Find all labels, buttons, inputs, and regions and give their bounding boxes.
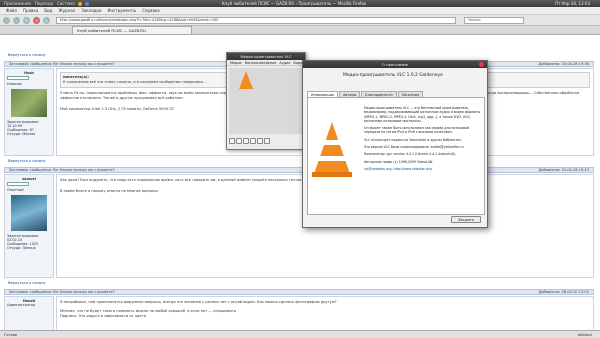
vlc-controls [229, 136, 305, 146]
status-text: Готово [4, 332, 17, 337]
username[interactable]: Hush [7, 71, 51, 75]
rank-badge [7, 76, 29, 80]
about-tab-pane: Медиа-проигрыватель VLC — это бесплатный… [307, 97, 485, 215]
navigation-toolbar: ‹ › ↻ × ⌂ http://www.gaz8ru.ru/forum/vie… [0, 15, 600, 26]
about-link[interactable]: vlc@videolan.org, http://www.videolan.or… [364, 167, 482, 171]
avatar [11, 195, 47, 231]
vlc-logo-icon [239, 71, 253, 89]
about-paragraph: Он может также быть использован как серв… [364, 126, 470, 135]
about-paragraph: Компилятор: gcc version 4.4.1 (Ubuntu 4.… [364, 152, 456, 157]
about-text: Медиа-проигрыватель VLC — это бесплатный… [364, 106, 482, 174]
fullscreen-icon[interactable] [257, 138, 263, 144]
vlc-menu-media[interactable]: Медиа [230, 61, 242, 65]
menu-tools[interactable]: Инструменты [107, 8, 136, 13]
browser-tab[interactable]: Клуб любителей ПСИС — GAZ8.RU [72, 26, 192, 34]
menu-help[interactable]: Справка [142, 8, 160, 13]
close-icon[interactable] [479, 62, 484, 67]
username[interactable]: samuel [7, 177, 51, 181]
post-body: Я попробовал, чем произносятся форумные … [56, 296, 594, 330]
playlist-icon[interactable] [264, 138, 270, 144]
cone-stripe [322, 140, 342, 145]
vlc-video-area[interactable] [229, 68, 305, 134]
menu-bookmarks[interactable]: Закладки [81, 8, 101, 13]
user-panel: samuel Опытный Зарегистрирован: 03.02.10… [4, 174, 54, 278]
cone-stripe [318, 156, 346, 161]
window-title: Клуб любителей ПСИС — GAZ8.RU › Проигрыв… [221, 1, 367, 6]
post-text: Я попробовал, чем произносятся форумные … [60, 300, 337, 304]
vlc-menubar: Медиа Воспроизведение Аудио Видео [227, 60, 305, 66]
panel-menu-apps[interactable]: Приложения [4, 1, 31, 6]
firefox-menubar: Файл Правка Вид Журнал Закладки Инструме… [0, 7, 600, 15]
vlc-title: Медиа-проигрыватель VLC [227, 53, 305, 60]
vlc-menu-playback[interactable]: Воспроизведение [245, 61, 277, 65]
post-subject: Заголовок сообщения: Re: Какую музыку вы… [9, 62, 115, 66]
vlc-about-dialog: О программе Медиа-проигрыватель VLC 1.0.… [302, 60, 488, 228]
about-app-name: Медиа-проигрыватель VLC 1.0.2 Goldeneye [343, 73, 443, 78]
vlc-main-window: Медиа-проигрыватель VLC Медиа Воспроизве… [226, 52, 306, 150]
panel-menu-system[interactable]: Система [57, 1, 75, 6]
stop-icon[interactable] [243, 138, 249, 144]
panel-menu-places[interactable]: Переход [35, 1, 53, 6]
next-icon[interactable] [250, 138, 256, 144]
top-panel: Приложения Переход Система Клуб любителе… [0, 0, 600, 7]
home-icon[interactable]: ⌂ [43, 16, 50, 24]
user-rank: Опытный [7, 188, 24, 192]
back-to-top-link[interactable]: Вернуться к началу [8, 281, 46, 285]
prev-icon[interactable] [236, 138, 242, 144]
post-date: Добавлено: 28.04.10 13:02 [538, 290, 589, 294]
user-info: Зарегистрирован: 03.02.10 Сообщения: 102… [7, 234, 40, 250]
about-paragraph: Авторское право (c) 1996-2009 VideoLAN [364, 159, 433, 164]
menu-history[interactable]: Журнал [58, 8, 75, 13]
menu-view[interactable]: Вид [44, 8, 52, 13]
panel-clock[interactable]: Пт Апр 28, 13:03 [555, 1, 590, 6]
tab-bar: Клуб любителей ПСИС — GAZ8.RU [0, 26, 600, 35]
status-bar: Готово Adblock [0, 330, 600, 338]
status-addon[interactable]: Adblock [578, 333, 592, 337]
about-paragraph: Медиа-проигрыватель VLC — это бесплатный… [364, 106, 481, 123]
about-title: О программе [303, 61, 487, 68]
post-signature: Подпись: Эта радуга в зависимости от цве… [60, 314, 146, 318]
play-icon[interactable] [229, 138, 235, 144]
rank-badge [7, 182, 29, 186]
post-date: Добавлено: 20.04.28 19:43 [538, 168, 589, 172]
user-info: Зарегистрирован: 15.10.09 Сообщения: 87 … [7, 120, 40, 136]
firefox-launcher-icon[interactable] [77, 1, 82, 6]
user-panel: Hansit Администратор [4, 296, 54, 330]
back-icon[interactable]: ‹ [3, 16, 10, 24]
about-paragraph: Эта версия VLC была скомпилирована: buil… [364, 145, 464, 150]
menu-edit[interactable]: Правка [23, 8, 38, 13]
post-subject: Заголовок сообщения: Re: Какую музыку вы… [9, 168, 115, 172]
user-panel: Hush Новичок Зарегистрирован: 15.10.09 С… [4, 68, 54, 156]
reload-icon[interactable]: ↻ [23, 16, 30, 24]
avatar [11, 89, 47, 117]
post-header: Заголовок сообщения: Re: Какую музыку вы… [4, 289, 594, 295]
stop-icon[interactable]: × [33, 16, 40, 24]
user-rank: Новичок [7, 82, 22, 86]
menu-file[interactable]: Файл [6, 8, 17, 13]
quote-text: К сожалению всё это очень сложно, и в со… [63, 80, 207, 84]
launcher-icon[interactable] [84, 1, 89, 6]
user-info: Администратор [7, 303, 36, 307]
about-paragraph: VLC использует кодеки из libavcodec и др… [364, 137, 462, 142]
post-header: Заголовок сообщения: Re: Какую музыку вы… [4, 167, 594, 173]
search-input[interactable]: Yandex [464, 16, 524, 24]
post-subject: Заголовок сообщения: Re: Какую музыку вы… [9, 290, 115, 294]
forward-icon[interactable]: › [13, 16, 20, 24]
cone-base [312, 172, 352, 177]
post-date: Добавлено: 20.04.28 19:36 [538, 62, 589, 66]
quote-label: писатель(а): [63, 75, 90, 79]
back-to-top-link[interactable]: Вернуться к началу [8, 53, 46, 57]
close-button[interactable]: Закрыть [451, 216, 481, 223]
url-bar[interactable]: http://www.gaz8ru.ru/forum/viewtopic.php… [56, 16, 456, 24]
vlc-cone-icon [314, 122, 350, 174]
back-to-top-link[interactable]: Вернуться к началу [8, 159, 46, 163]
vlc-menu-audio[interactable]: Аудио [279, 61, 290, 65]
